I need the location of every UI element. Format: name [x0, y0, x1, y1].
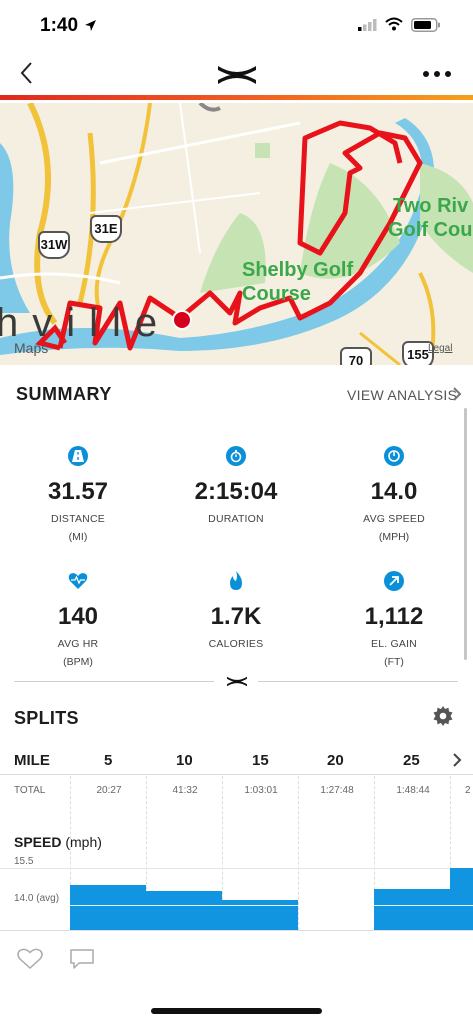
comment-bubble-icon[interactable]	[69, 948, 95, 970]
stat-avg-speed: 14.0 AVG SPEED (MPH)	[324, 446, 464, 543]
apple-maps-label: Maps	[14, 340, 49, 356]
cellular-signal-icon	[358, 19, 377, 31]
stat-elevation-gain: 1,112 EL. GAIN (FT)	[324, 571, 464, 668]
nav-bar	[0, 52, 473, 96]
speed-bar	[450, 868, 473, 930]
speed-title-text: SPEED	[14, 834, 62, 850]
stat-label: DURATION	[208, 513, 264, 525]
stat-unit: (FT)	[384, 656, 404, 668]
location-arrow-icon	[85, 20, 96, 31]
mile-25: 25	[403, 752, 420, 769]
under-armour-logo-icon	[227, 676, 247, 687]
stat-calories: 1.7K CALORIES	[166, 571, 306, 656]
stat-unit: (MI)	[68, 531, 88, 543]
speed-title-unit: (mph)	[65, 834, 102, 850]
stat-label: DISTANCE	[51, 513, 105, 525]
mile-5: 5	[104, 752, 113, 769]
status-time: 1:40	[40, 15, 79, 36]
heart-rate-icon	[68, 571, 88, 591]
status-bar: 1:40	[0, 0, 473, 50]
under-armour-logo-icon	[218, 66, 256, 84]
splits-total-row: TOTAL 20:27 41:32 1:03:01 1:27:48 1:48:4…	[0, 776, 473, 816]
section-divider-right	[258, 681, 458, 682]
chevron-right-icon[interactable]	[452, 752, 462, 768]
stat-value: 2:15:04	[194, 478, 278, 505]
splits-title: SPLITS	[14, 708, 79, 728]
stat-value: 31.57	[47, 478, 109, 505]
stopwatch-icon	[226, 446, 246, 466]
mile-20: 20	[327, 752, 344, 769]
total-value: 1:48:44	[396, 785, 430, 796]
stat-value: 14.0	[370, 478, 418, 505]
route-shield-70: 70	[340, 347, 372, 365]
map-place-tworiv-2: Golf Cou	[388, 219, 473, 241]
stat-value: 140	[57, 603, 99, 630]
stat-distance: 31.57 DISTANCE (MI)	[8, 446, 148, 543]
map-place-shelby-1: Shelby Golf	[242, 259, 354, 281]
speed-bar	[374, 888, 450, 930]
stat-duration: 2:15:04 DURATION	[166, 446, 306, 531]
back-chevron-icon[interactable]	[16, 60, 38, 86]
route-shield-31e: 31E	[90, 215, 122, 243]
flame-icon	[226, 571, 246, 591]
speed-bar	[146, 890, 222, 930]
stat-value: 1.7K	[210, 603, 262, 630]
wifi-icon	[385, 17, 403, 31]
home-indicator	[151, 1008, 322, 1014]
total-value: 1:27:48	[320, 785, 354, 796]
bottom-separator	[0, 930, 473, 931]
mile-15: 15	[252, 752, 269, 769]
stat-unit: (MPH)	[378, 531, 410, 543]
stat-label: AVG SPEED	[363, 513, 425, 525]
mile-10: 10	[176, 752, 193, 769]
route-shield-31w: 31W	[38, 231, 70, 259]
chart-gridline-top	[0, 868, 473, 869]
speed-bar	[70, 884, 146, 930]
map-place-shelby-2: Course	[242, 283, 311, 305]
stat-value: 1,112	[364, 603, 424, 630]
stat-avg-hr: 140 AVG HR (BPM)	[8, 571, 148, 668]
stat-label: CALORIES	[208, 638, 264, 650]
splits-header-label: MILE	[14, 752, 50, 769]
more-dots-icon[interactable]	[422, 70, 452, 78]
brand-gradient-bar	[0, 95, 473, 100]
total-value: 1:03:01	[244, 785, 278, 796]
map-legal-link[interactable]: Legal	[428, 343, 452, 354]
total-value: 2	[465, 785, 471, 796]
splits-header-row: MILE 5 10 15 20 25	[0, 745, 473, 775]
avg-speed-line	[70, 905, 473, 906]
total-value: 20:27	[96, 785, 122, 796]
speed-y-top-label: 15.5	[14, 856, 34, 867]
like-heart-icon[interactable]	[17, 948, 43, 970]
battery-icon	[411, 18, 440, 32]
gear-icon[interactable]	[433, 706, 453, 726]
view-analysis-link[interactable]: VIEW ANALYSIS	[347, 387, 457, 403]
road-icon	[68, 446, 88, 466]
section-divider-left	[14, 681, 214, 682]
total-value: 41:32	[172, 785, 198, 796]
stat-unit: (BPM)	[63, 656, 93, 668]
total-label: TOTAL	[14, 785, 46, 796]
speed-chart-title: SPEED (mph)	[14, 834, 102, 850]
speedometer-icon	[384, 446, 404, 466]
elevation-arrow-icon	[384, 571, 404, 591]
summary-title: SUMMARY	[16, 384, 112, 404]
stat-label: EL. GAIN	[371, 638, 417, 650]
route-map[interactable]: Shelby Golf Course Two Riv Golf Cou hvil…	[0, 103, 473, 365]
scroll-indicator	[464, 408, 467, 660]
map-place-tworiv-1: Two Riv	[393, 195, 469, 217]
chevron-right-icon[interactable]	[452, 386, 462, 402]
speed-y-avg-label: 14.0 (avg)	[14, 893, 60, 904]
stat-label: AVG HR	[57, 638, 99, 650]
